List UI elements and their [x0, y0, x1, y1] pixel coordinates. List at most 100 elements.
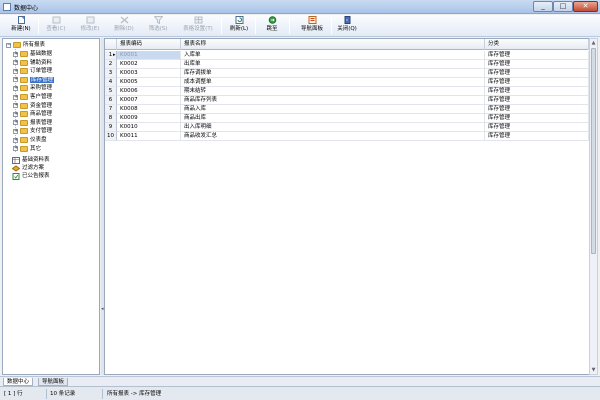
expand-icon[interactable]: +	[13, 137, 18, 143]
expand-icon[interactable]: +	[13, 146, 18, 152]
cell-code[interactable]: K0001	[117, 51, 181, 60]
tree-item-published-reports[interactable]: 已公告报表	[12, 172, 50, 180]
column-header-category[interactable]: 分类	[485, 39, 589, 50]
tree-item[interactable]: + 订单管理	[13, 67, 52, 75]
row-number[interactable]: 4	[105, 78, 117, 87]
close-window-button[interactable]: ✕	[573, 1, 598, 12]
expand-icon[interactable]: +	[13, 128, 18, 134]
table-settings-button[interactable]: 表格设置(T)	[178, 16, 218, 36]
edit-button[interactable]: 修改(E)	[76, 16, 104, 36]
tree-item-filter-schemes[interactable]: 过滤方案	[12, 164, 44, 172]
tree-item[interactable]: + 报表管理	[13, 119, 52, 127]
table-row[interactable]: 3 K0003 库存调拨单 库存管理	[105, 69, 589, 78]
collapse-icon[interactable]: −	[6, 42, 11, 48]
cell-name[interactable]: 库存调拨单	[181, 69, 485, 78]
cell-category[interactable]: 库存管理	[485, 78, 589, 87]
cell-code[interactable]: K0007	[117, 96, 181, 105]
delete-button[interactable]: 删除(D)	[110, 16, 138, 36]
tree-item[interactable]: + 库存管理	[13, 76, 55, 84]
cell-name[interactable]: 期末结转	[181, 87, 485, 96]
tree-item[interactable]: + 辅助资料	[13, 59, 52, 67]
table-row[interactable]: 2 K0002 出库单 库存管理	[105, 60, 589, 69]
cell-code[interactable]: K0003	[117, 69, 181, 78]
filter-button[interactable]: 筛选(S)	[144, 16, 172, 36]
table-row[interactable]: 5 K0006 期末结转 库存管理	[105, 87, 589, 96]
cell-code[interactable]: K0011	[117, 132, 181, 141]
cell-name[interactable]: 出入库明细	[181, 123, 485, 132]
cell-name[interactable]: 出库单	[181, 60, 485, 69]
row-number[interactable]: 8	[105, 114, 117, 123]
row-number[interactable]: 3	[105, 69, 117, 78]
tree-item[interactable]: + 其它	[13, 145, 41, 153]
table-row[interactable]: 10 K0011 商品收发汇总 库存管理	[105, 132, 589, 141]
cell-category[interactable]: 库存管理	[485, 123, 589, 132]
cell-category[interactable]: 库存管理	[485, 96, 589, 105]
cell-category[interactable]: 库存管理	[485, 114, 589, 123]
maximize-button[interactable]: □	[553, 1, 573, 12]
minimize-button[interactable]: _	[533, 1, 553, 12]
expand-icon[interactable]: +	[13, 60, 18, 66]
cell-name[interactable]: 入库单	[181, 51, 485, 60]
table-row[interactable]: 7 K0008 商品入库 库存管理	[105, 105, 589, 114]
cell-category[interactable]: 库存管理	[485, 132, 589, 141]
cell-code[interactable]: K0005	[117, 78, 181, 87]
tree-item[interactable]: + 客户管理	[13, 93, 52, 101]
cell-code[interactable]: K0008	[117, 105, 181, 114]
row-number[interactable]: 9	[105, 123, 117, 132]
close-button[interactable]: 关闭(Q)	[334, 16, 360, 36]
cell-name[interactable]: 商品出库	[181, 114, 485, 123]
tree-item[interactable]: + 商品管理	[13, 110, 52, 118]
cell-category[interactable]: 库存管理	[485, 60, 589, 69]
refresh-button[interactable]: 刷新(L)	[226, 16, 252, 36]
nav-panel-button[interactable]: 导航面板	[296, 16, 328, 36]
cell-code[interactable]: K0006	[117, 87, 181, 96]
cell-category[interactable]: 库存管理	[485, 51, 589, 60]
cell-code[interactable]: K0009	[117, 114, 181, 123]
cell-name[interactable]: 成本调整单	[181, 78, 485, 87]
scroll-down-icon[interactable]: ▼	[591, 367, 596, 373]
table-row[interactable]: 9 K0010 出入库明细 库存管理	[105, 123, 589, 132]
column-header-name[interactable]: 报表名称	[181, 39, 485, 50]
expand-icon[interactable]: +	[13, 103, 18, 109]
table-row[interactable]: 1 K0001 入库单 库存管理 ▸	[105, 51, 589, 60]
tab-nav-panel[interactable]: 导航面板	[38, 378, 69, 386]
vertical-scrollbar[interactable]: ▲ ▼	[589, 38, 598, 375]
expand-icon[interactable]: +	[13, 120, 18, 126]
cell-name[interactable]: 商品收发汇总	[181, 132, 485, 141]
tree-item[interactable]: + 基础数据	[13, 50, 52, 58]
table-row[interactable]: 4 K0005 成本调整单 库存管理	[105, 78, 589, 87]
tree-item[interactable]: + 资金管理	[13, 102, 52, 110]
row-number[interactable]: 6	[105, 96, 117, 105]
expand-icon[interactable]: +	[13, 85, 18, 91]
cell-code[interactable]: K0010	[117, 123, 181, 132]
cell-category[interactable]: 库存管理	[485, 105, 589, 114]
goto-button[interactable]: 跳至	[259, 16, 285, 36]
view-button[interactable]: 查看(C)	[42, 16, 70, 36]
tree-root[interactable]: − 所有报表	[6, 41, 45, 49]
tree-item[interactable]: + 仪表盘	[13, 136, 47, 144]
expand-icon[interactable]: +	[13, 51, 18, 57]
cell-category[interactable]: 库存管理	[485, 69, 589, 78]
tree-item[interactable]: + 采购管理	[13, 84, 52, 92]
row-number[interactable]: 5	[105, 87, 117, 96]
cell-name[interactable]: 商品入库	[181, 105, 485, 114]
row-number[interactable]: 10	[105, 132, 117, 141]
row-number[interactable]: 7	[105, 105, 117, 114]
tree-item-basic-tables[interactable]: 基础资料表	[12, 156, 50, 164]
scroll-up-icon[interactable]: ▲	[591, 40, 596, 46]
expand-icon[interactable]: +	[13, 111, 18, 117]
expand-icon[interactable]: +	[13, 77, 18, 83]
cell-code[interactable]: K0002	[117, 60, 181, 69]
cell-name[interactable]: 商品库存列表	[181, 96, 485, 105]
column-header-code[interactable]: 报表编码	[117, 39, 181, 50]
expand-icon[interactable]: +	[13, 94, 18, 100]
tree-item[interactable]: + 支付管理	[13, 127, 52, 135]
table-row[interactable]: 8 K0009 商品出库 库存管理	[105, 114, 589, 123]
table-row[interactable]: 6 K0007 商品库存列表 库存管理	[105, 96, 589, 105]
scrollbar-thumb[interactable]	[591, 48, 596, 254]
tab-data-center[interactable]: 数据中心	[3, 378, 34, 386]
new-button[interactable]: 新建(N)	[6, 16, 36, 36]
expand-icon[interactable]: +	[13, 68, 18, 74]
cell-category[interactable]: 库存管理	[485, 87, 589, 96]
row-number[interactable]: 2	[105, 60, 117, 69]
